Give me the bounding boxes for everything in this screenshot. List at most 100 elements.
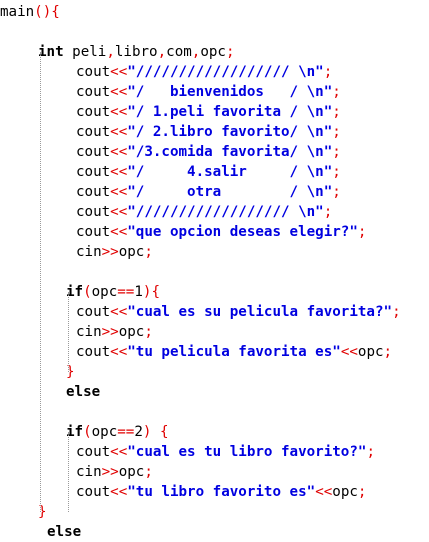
code-token-op: ; (332, 164, 341, 180)
code-line[interactable]: cin>>opc; (76, 462, 153, 482)
code-token-op: == (117, 284, 135, 300)
code-token-op: << (110, 104, 128, 120)
code-token-id: cout (76, 84, 111, 100)
code-line[interactable]: cout<<"cual es tu libro favorito?"; (76, 442, 375, 462)
code-token-id: cout (76, 64, 111, 80)
code-token-op: ; (332, 144, 341, 160)
code-token-kw: int (38, 44, 64, 60)
code-line[interactable]: if(opc==1){ (66, 282, 160, 302)
code-token-op: << (110, 344, 128, 360)
code-line[interactable]: cout<<"////////////////// \n"; (76, 62, 332, 82)
code-token-op: << (340, 344, 358, 360)
code-token-str: "/ 4.salir / \n" (127, 164, 333, 180)
code-line[interactable]: cout<<"/ 4.salir / \n"; (76, 162, 341, 182)
code-token-id: cout (76, 304, 111, 320)
code-line[interactable]: main(){ (0, 2, 60, 22)
code-token-op: << (110, 224, 128, 240)
code-token-kw: else (47, 524, 82, 540)
code-line[interactable]: cout<<"/ 2.libro favorito/ \n"; (76, 122, 341, 142)
code-token-op: ; (144, 324, 153, 340)
code-token-op: ; (357, 224, 367, 240)
code-token-op: ; (144, 464, 153, 480)
code-token-op: ; (225, 44, 235, 60)
code-line[interactable]: int peli,libro,com,opc; (38, 42, 235, 62)
code-token-op: ; (392, 304, 401, 320)
code-token-id: opc (118, 464, 145, 480)
code-token-op: ; (332, 124, 341, 140)
code-token-id: cout (76, 144, 111, 160)
code-token-op: == (117, 424, 135, 440)
code-token-op: ) { (142, 424, 169, 440)
code-line[interactable]: cout<<"tu libro favorito es"<<opc; (76, 482, 366, 502)
code-token-id: cin (76, 324, 102, 340)
code-token-id: cin (76, 464, 102, 480)
code-token-op: ; (332, 184, 341, 200)
code-line[interactable]: cin>>opc; (76, 322, 153, 342)
code-token-op: ; (332, 104, 341, 120)
code-token-id: cout (76, 444, 111, 460)
code-token-op: << (110, 164, 128, 180)
code-token-op: << (110, 184, 128, 200)
code-line[interactable]: cout<<"tu pelicula favorita es"<<opc; (76, 342, 392, 362)
code-token-id: cout (76, 184, 111, 200)
code-token-op: , (106, 44, 115, 60)
code-token-op: (){ (34, 4, 60, 20)
code-token-op: << (315, 484, 333, 500)
code-token-str: "cual es tu libro favorito?" (127, 444, 367, 460)
code-line[interactable]: else (66, 382, 100, 402)
code-token-str: "/3.comida favorita/ \n" (127, 144, 333, 160)
code-token-op: ; (383, 344, 393, 360)
code-token-id: 2 (134, 424, 143, 440)
code-line[interactable]: cin>>opc; (76, 242, 153, 262)
code-token-op: ( (83, 424, 92, 440)
code-token-op: << (110, 144, 128, 160)
indent-guide-if1 (68, 292, 69, 372)
code-token-id: opc (332, 484, 358, 500)
code-token-op: << (110, 64, 128, 80)
code-token-op: ( (83, 284, 92, 300)
code-line[interactable]: cout<<"/ bienvenidos / \n"; (76, 82, 341, 102)
code-token-id: cout (76, 484, 111, 500)
code-token-str: "tu libro favorito es" (127, 484, 316, 500)
code-token-id: peli (63, 44, 107, 60)
code-line[interactable]: cout<<"////////////////// \n"; (76, 202, 332, 222)
code-token-id: opc (118, 324, 145, 340)
code-line[interactable]: cout<<"/ otra / \n"; (76, 182, 341, 202)
code-token-id: libro (114, 44, 158, 60)
code-token-op: ; (144, 244, 153, 260)
code-token-id: opc (118, 244, 145, 260)
code-line[interactable]: cout<<"que opcion deseas elegir?"; (76, 222, 366, 242)
code-token-id: opc (200, 44, 226, 60)
code-token-op: ; (366, 444, 375, 460)
code-token-id: opc (91, 424, 118, 440)
code-token-id: cout (76, 344, 111, 360)
code-token-id: opc (91, 284, 118, 300)
code-line[interactable]: else (47, 522, 81, 542)
code-token-id: cout (76, 204, 111, 220)
code-line[interactable]: cout<<"cual es su pelicula favorita?"; (76, 302, 401, 322)
code-editor[interactable]: main(){int peli,libro,com,opc; cout<<"///… (0, 0, 429, 540)
code-token-op: >> (101, 464, 119, 480)
code-token-str: "////////////////// \n" (127, 204, 324, 220)
code-token-id: cin (76, 244, 102, 260)
indent-guide-main (40, 52, 41, 512)
code-token-op: << (110, 84, 128, 100)
code-token-str: "/ bienvenidos / \n" (127, 84, 333, 100)
code-token-id: main (0, 4, 35, 20)
code-token-id: cout (76, 124, 111, 140)
code-token-op: << (110, 304, 128, 320)
code-token-op: << (110, 124, 128, 140)
code-token-id: opc (357, 344, 384, 360)
code-token-str: "/ otra / \n" (127, 184, 333, 200)
code-line[interactable]: cout<<"/3.comida favorita/ \n"; (76, 142, 341, 162)
code-token-str: "////////////////// \n" (127, 64, 324, 80)
code-token-str: "/ 2.libro favorito/ \n" (127, 124, 333, 140)
code-token-id: cout (76, 104, 111, 120)
code-line[interactable]: cout<<"/ 1.peli favorita / \n"; (76, 102, 341, 122)
code-token-str: "cual es su pelicula favorita?" (127, 304, 393, 320)
code-line[interactable]: if(opc==2) { (66, 422, 169, 442)
code-token-id: 1 (134, 284, 143, 300)
code-token-op: >> (101, 244, 119, 260)
code-token-str: "que opcion deseas elegir?" (127, 224, 358, 240)
code-token-op: ; (332, 84, 341, 100)
